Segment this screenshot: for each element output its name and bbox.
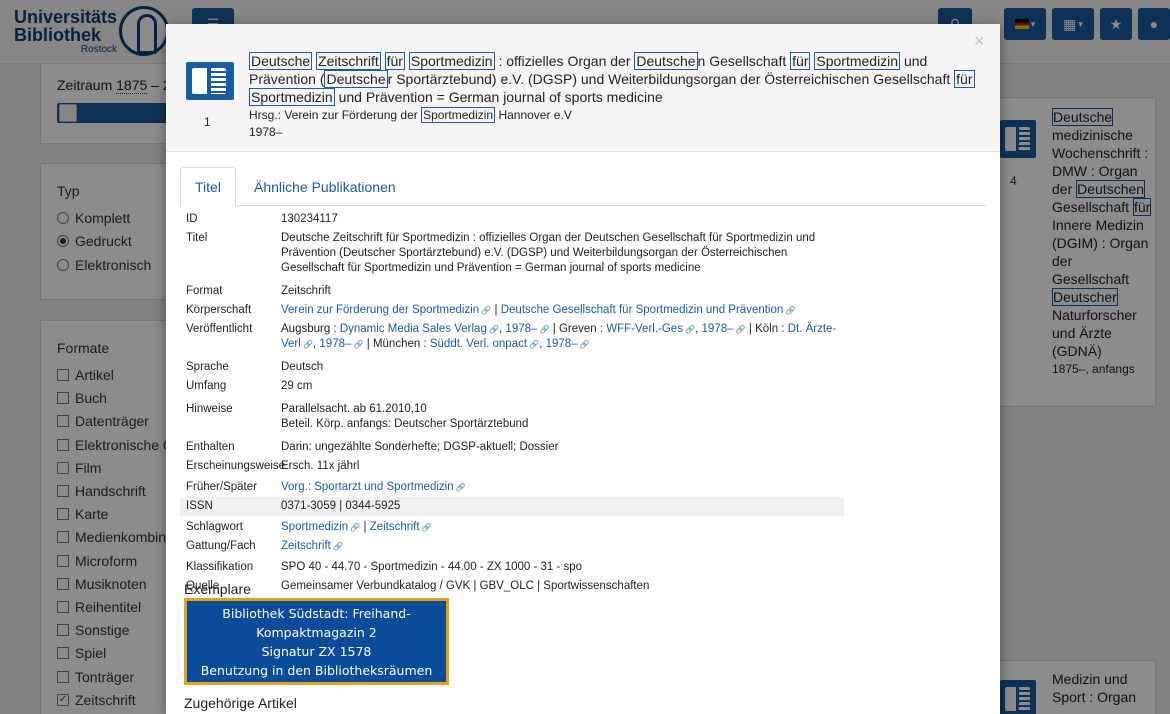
record-year: 1978–	[249, 125, 283, 139]
modal-header: 1 Deutsche Zeitschrift für Sportmedizin …	[166, 24, 1000, 152]
title-text: und Prävention = German journal of sport…	[334, 89, 663, 105]
link-year[interactable]: 1978–	[319, 338, 363, 350]
link-publisher[interactable]: Dynamic Media Sales Verlag	[340, 323, 499, 335]
exemplare-title: Exemplare	[184, 581, 251, 597]
link-schlagwort[interactable]: Zeitschrift	[370, 521, 432, 533]
record-number: 1	[204, 115, 211, 129]
row-erscheinungsweise: Erscheinungsweise Ersch. 11x jährl	[186, 460, 360, 472]
link-schlagwort[interactable]: Sportmedizin	[281, 521, 360, 533]
row-enthalten: Enthalten Darin: ungezählte Sonderhefte; …	[186, 441, 559, 453]
link-vorgaenger[interactable]: Vorg.: Sportarzt und Sportmedizin	[281, 481, 466, 493]
row-format: Format Zeitschrift	[186, 285, 331, 297]
highlighted-term: für	[384, 52, 405, 70]
row-klassifikation: Klassifikation SPO 40 - 44.70 - Sportmedi…	[186, 561, 583, 573]
highlighted-term: Zeitschrift	[316, 52, 381, 70]
record-publisher: Hrsg.: Verein zur Förderung der Sportmed…	[249, 107, 572, 123]
row-umfang: Umfang 29 cm	[186, 380, 313, 392]
highlighted-term: für	[790, 52, 811, 70]
row-issn: ISSN 0371-3059 | 0344-5925	[180, 497, 844, 516]
row-schlagwort: Schlagwort Sportmedizin | Zeitschrift	[180, 518, 844, 537]
detail-modal: 1 Deutsche Zeitschrift für Sportmedizin …	[166, 24, 1000, 714]
row-hinweise: Hinweise Parallelsacht. ab 61.2010,10 Bet…	[186, 403, 529, 430]
title-text: : offizielles Organ der	[494, 53, 635, 69]
highlighted-term: Sportmedizin	[249, 88, 335, 106]
journal-icon	[186, 62, 234, 100]
record-title: Deutsche Zeitschrift für Sportmedizin : …	[249, 52, 989, 106]
highlighted-term: Sportmedizin	[814, 52, 901, 70]
link-publisher[interactable]: WFF-Verl.-Ges	[606, 323, 695, 335]
link-publisher[interactable]: Süddt. Verl. onpact	[430, 338, 539, 350]
row-id: ID 130234117	[186, 213, 338, 225]
row-titel: Titel Deutsche Zeitschrift für Sportmediz…	[186, 232, 816, 274]
highlighted-term: Sportmedizin	[408, 52, 495, 70]
close-icon[interactable]: ×	[974, 31, 985, 52]
row-frueher-spaeter: Früher/Später Vorg.: Sportarzt und Sportm…	[180, 478, 844, 497]
link-year[interactable]: 1978–	[546, 338, 590, 350]
highlighted-term: für	[954, 70, 975, 88]
link-koerperschaft-1[interactable]: Verein zur Förderung der Sportmedizin	[281, 304, 491, 316]
highlighted-term: Deutsche	[249, 52, 313, 70]
link-year[interactable]: 1978–	[505, 323, 549, 335]
detail-table: ID 130234117 Titel Deutsche Zeitschrift fü…	[180, 210, 844, 596]
zugehoerige-artikel-title: Zugehörige Artikel	[184, 695, 297, 711]
highlighted-term: Deutsche	[634, 52, 698, 70]
row-veroeffentlicht: Veröffentlicht Augsburg : Dynamic Media …	[180, 320, 844, 354]
link-year[interactable]: 1978–	[702, 323, 746, 335]
row-sprache: Sprache Deutsch	[186, 361, 324, 373]
highlighted-term: Deutsche	[324, 70, 388, 88]
row-quelle: Quelle Gemeinsamer Verbundkatalog / GVK |…	[186, 580, 650, 592]
exemplar-button[interactable]: Bibliothek Südstadt: Freihand- Kompaktma…	[184, 598, 449, 685]
tab-aehnliche-publikationen[interactable]: Ähnliche Publikationen	[240, 167, 410, 206]
title-text: r Sportärztebund) e.V. (DGSP) und Weiter…	[387, 71, 955, 87]
row-gattung: Gattung/Fach Zeitschrift	[180, 537, 844, 556]
title-text: n Gesellschaft	[697, 53, 791, 69]
tab-titel[interactable]: Titel	[180, 167, 236, 207]
row-koerperschaft: Körperschaft Verein zur Förderung der Sp…	[180, 301, 844, 320]
link-gattung[interactable]: Zeitschrift	[281, 540, 343, 552]
link-koerperschaft-2[interactable]: Deutsche Gesellschaft für Sportmedizin u…	[501, 304, 796, 316]
modal-tabs: Titel Ähnliche Publikationen	[180, 167, 986, 207]
